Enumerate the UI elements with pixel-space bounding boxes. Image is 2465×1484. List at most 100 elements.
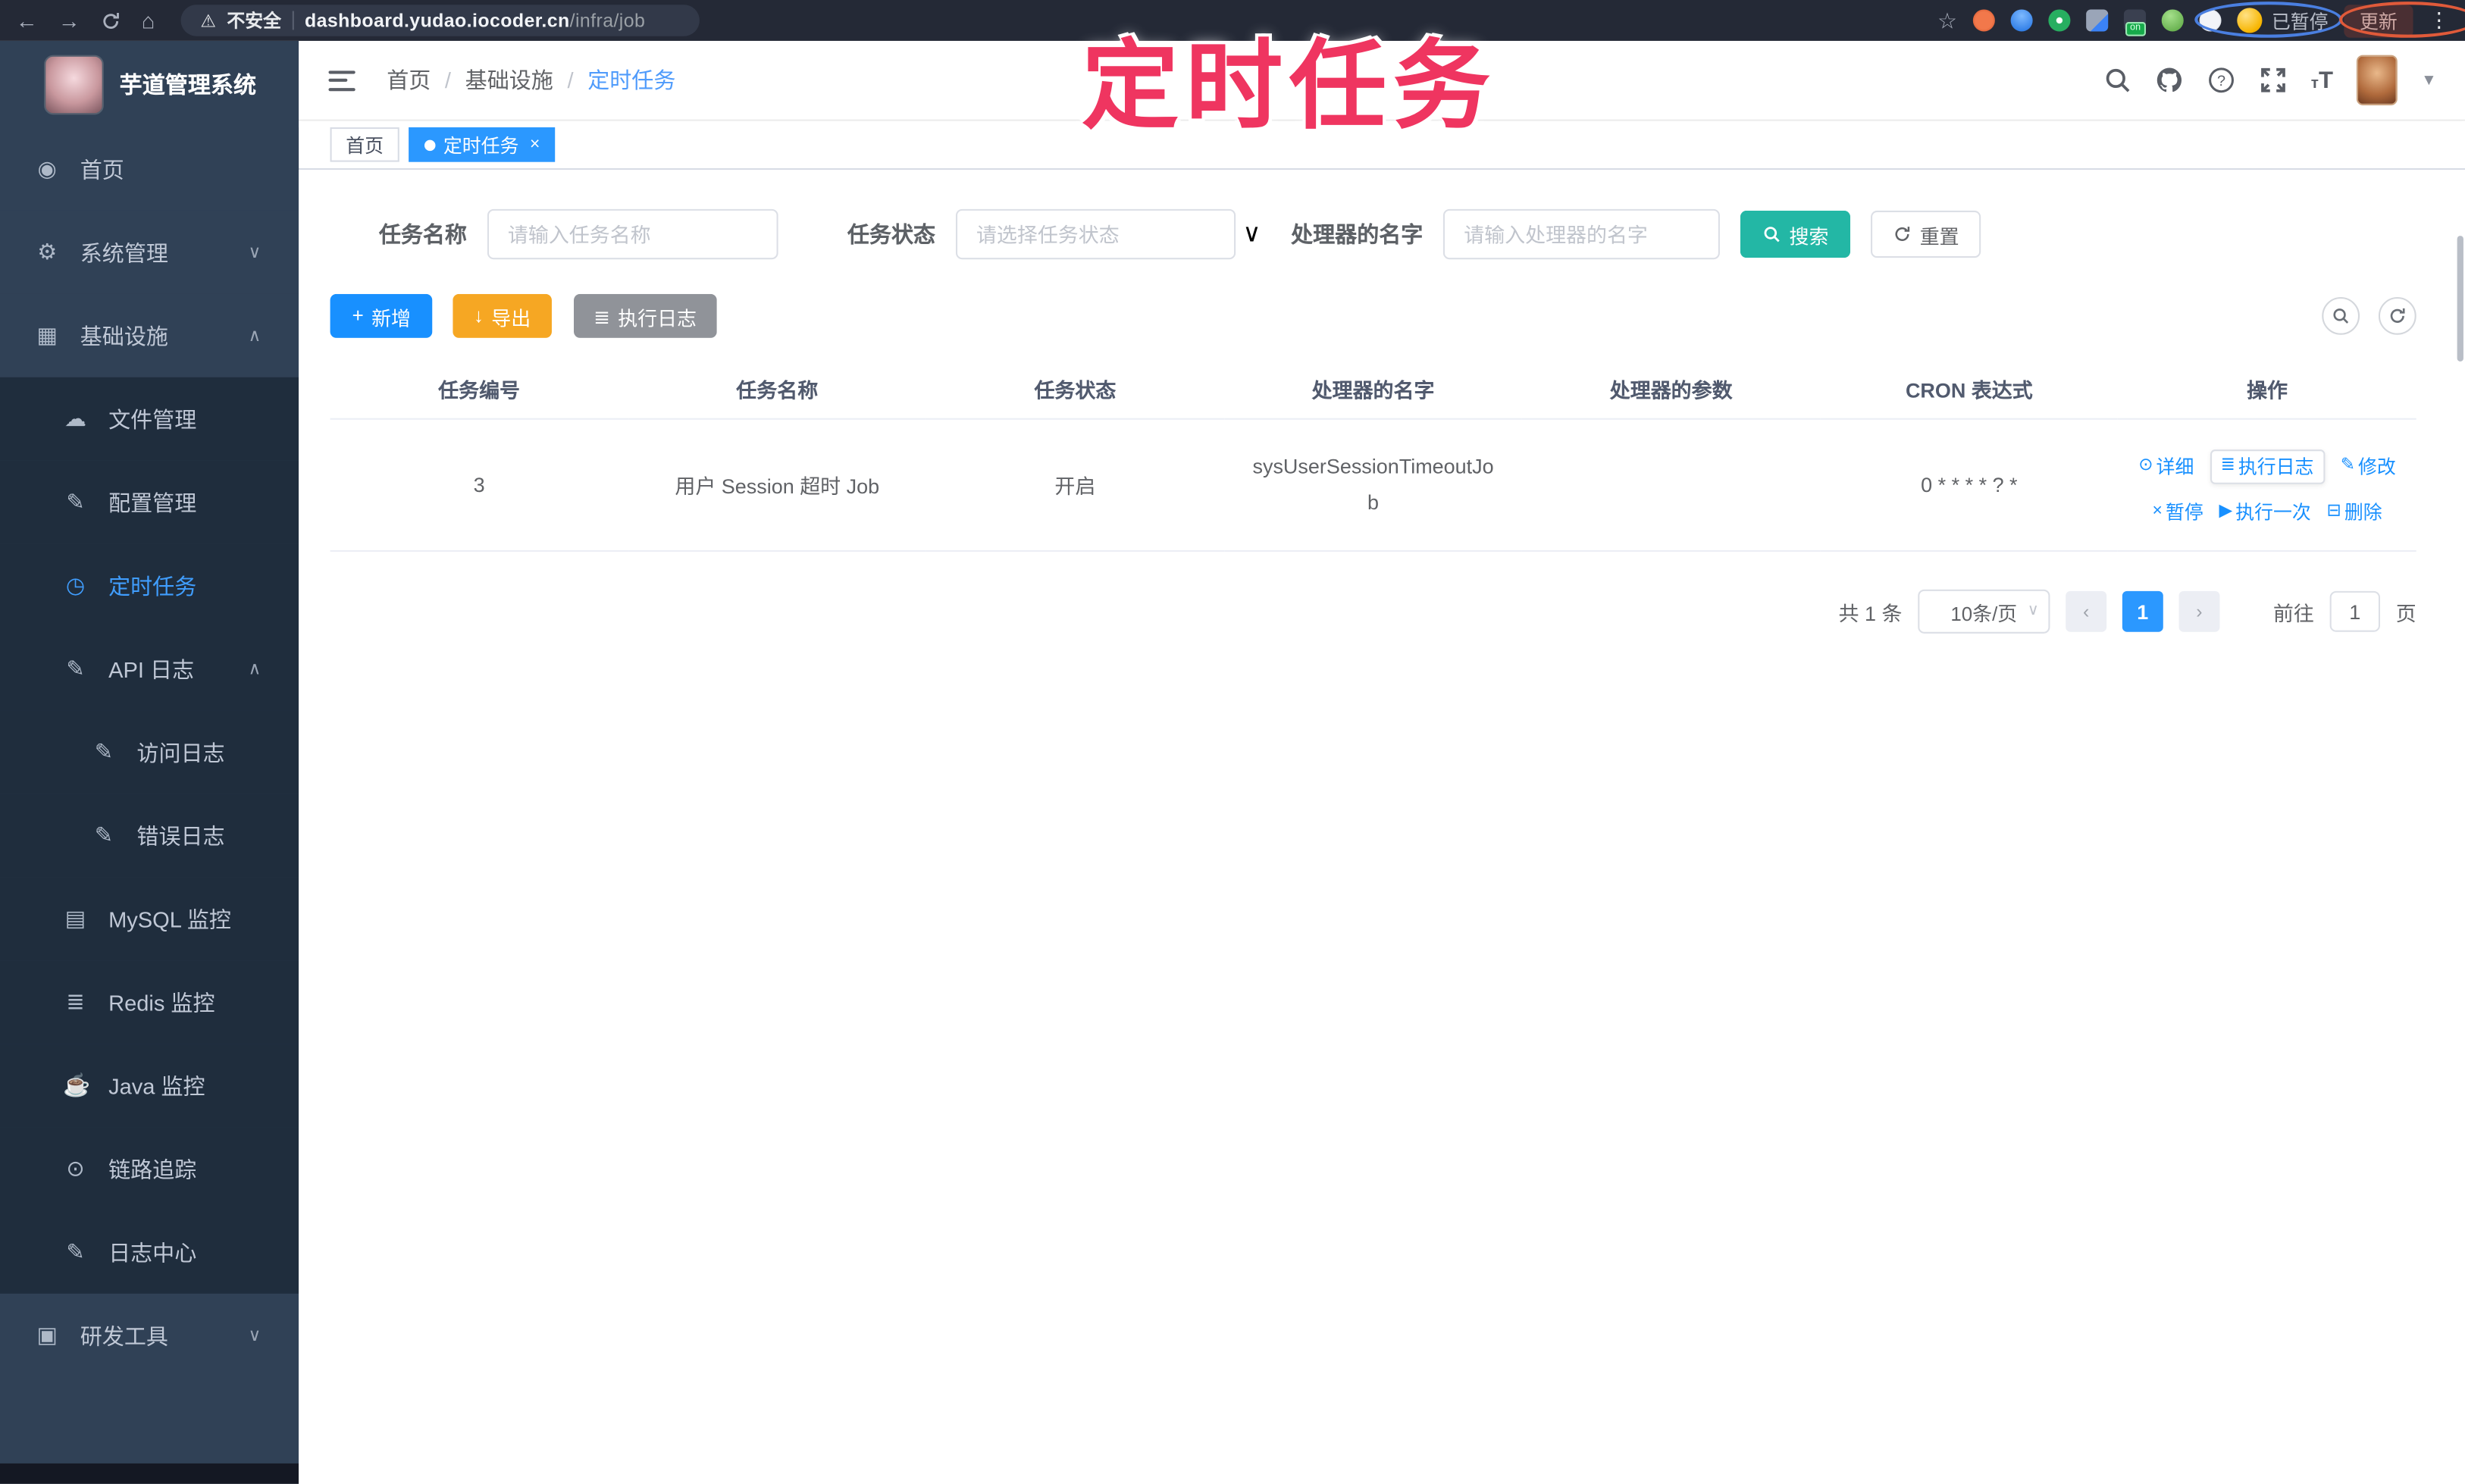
add-button[interactable]: + 新增	[330, 293, 434, 338]
job-name-input[interactable]	[487, 208, 778, 260]
page-content: 任务名称 任务状态 ∨ 处理器的名字	[299, 169, 2465, 1484]
page-number-1[interactable]: 1	[2122, 590, 2163, 632]
exec-log-button[interactable]: ≣ 执行日志	[573, 293, 717, 338]
close-icon[interactable]: ×	[530, 135, 540, 154]
browser-back-icon[interactable]: ←	[16, 9, 38, 31]
total-count: 共 1 条	[1838, 601, 1903, 625]
sidebar-item-config-management[interactable]: ✎ 配置管理	[0, 460, 299, 544]
cell-job-status: 开启	[926, 418, 1224, 552]
sidebar-item-error-log[interactable]: ✎ 错误日志	[0, 794, 299, 878]
search-icon[interactable]	[2103, 66, 2131, 94]
logo-avatar	[44, 54, 104, 114]
sidebar-item-infra[interactable]: ▦ 基础设施 ∧	[0, 293, 299, 377]
sidebar-item-access-log[interactable]: ✎ 访问日志	[0, 710, 299, 794]
handler-name-input[interactable]	[1443, 208, 1721, 260]
col-job-name: 任务名称	[628, 362, 926, 420]
extension-icon-green[interactable]	[2048, 9, 2071, 32]
annotation-title: 定时任务	[1081, 33, 1497, 142]
bookmark-star-icon[interactable]: ☆	[1937, 9, 1957, 31]
sidebar-item-scheduled-jobs[interactable]: ◷ 定时任务	[0, 543, 299, 628]
browser-menu-icon[interactable]: ⋮	[2429, 8, 2449, 33]
sidebar-item-dev-tools[interactable]: ▣ 研发工具 ∨	[0, 1293, 299, 1377]
extension-icon-orange[interactable]	[1972, 9, 1995, 32]
trash-icon: ⊟	[2326, 501, 2341, 521]
col-job-id: 任务编号	[330, 362, 628, 420]
search-button[interactable]: 搜索	[1740, 210, 1851, 258]
run-once-link[interactable]: ▶ 执行一次	[2219, 502, 2311, 521]
reset-button[interactable]: 重置	[1871, 210, 1981, 258]
sidebar-logo[interactable]: 芋道管理系统	[0, 41, 299, 127]
sidebar-item-tracing[interactable]: ⊙ 链路追踪	[0, 1127, 299, 1210]
log-center-icon: ✎	[66, 1238, 85, 1264]
breadcrumb-home[interactable]: 首页	[387, 64, 431, 95]
plus-icon: +	[352, 305, 364, 327]
browser-home-icon[interactable]: ⌂	[142, 9, 155, 31]
pause-link[interactable]: × 暂停	[2152, 502, 2203, 521]
extension-icon-light[interactable]	[2199, 9, 2222, 32]
goto-page-input[interactable]	[2329, 590, 2380, 632]
tab-scheduled-jobs[interactable]: 定时任务 ×	[409, 127, 556, 162]
briefcase-icon: ▣	[36, 1322, 58, 1348]
gear-icon: ⚙	[37, 239, 58, 265]
extension-icon-proxy[interactable]: on	[2123, 9, 2146, 36]
extension-icon-leaf[interactable]	[2161, 9, 2184, 32]
sidebar-item-mysql-monitor[interactable]: ▤ MySQL 监控	[0, 877, 299, 961]
url-text[interactable]: dashboard.yudao.iocoder.cn/infra/job	[305, 9, 645, 31]
delete-link[interactable]: ⊟ 删除	[2327, 502, 2382, 521]
detail-link[interactable]: ⊙ 详细	[2138, 456, 2194, 475]
browser-update-button[interactable]: 更新	[2344, 4, 2413, 37]
edit-icon: ✎	[66, 489, 85, 515]
cell-handler-name: sysUserSessionTimeoutJob	[1223, 418, 1523, 552]
edit-link[interactable]: ✎ 修改	[2341, 456, 2396, 475]
eye-icon: ⊙	[2138, 456, 2153, 475]
prev-page-button[interactable]: ‹	[2066, 590, 2107, 632]
chevron-up-icon: ∧	[248, 660, 262, 679]
page-scrollbar-thumb[interactable]	[2457, 236, 2463, 362]
extension-icon-grid[interactable]	[2086, 9, 2109, 32]
fullscreen-icon[interactable]	[2259, 66, 2287, 94]
filter-form: 任务名称 任务状态 ∨ 处理器的名字	[378, 208, 2416, 260]
github-icon[interactable]	[2155, 66, 2183, 94]
row-exec-log-link[interactable]: ≣ 执行日志	[2210, 449, 2325, 484]
sidebar-item-log-center[interactable]: ✎ 日志中心	[0, 1210, 299, 1294]
page-size-select[interactable]: 10条/页 ∨	[1918, 589, 2050, 634]
sidebar-item-java-monitor[interactable]: ☕ Java 监控	[0, 1044, 299, 1128]
cell-handler-params	[1522, 418, 1821, 552]
toggle-search-button[interactable]	[2322, 296, 2360, 335]
breadcrumb-infra[interactable]: 基础设施	[465, 64, 553, 95]
font-size-icon[interactable]: тT	[2311, 67, 2333, 93]
sidebar-item-file-management[interactable]: ☁ 文件管理	[0, 377, 299, 461]
export-button[interactable]: ↓ 导出	[453, 293, 552, 338]
extension-icon-blue[interactable]	[2010, 9, 2033, 32]
sidebar-item-system[interactable]: ⚙ 系统管理 ∨	[0, 210, 299, 294]
browser-reload-icon[interactable]	[101, 10, 121, 30]
cloud-upload-icon: ☁	[64, 405, 87, 431]
job-status-select[interactable]	[955, 208, 1236, 260]
avatar-caret-icon[interactable]: ▼	[2421, 71, 2437, 89]
goto-unit: 页	[2395, 601, 2416, 625]
security-label: 不安全	[227, 12, 281, 32]
paused-extension-chip[interactable]: 已暂停	[2237, 7, 2329, 33]
chevron-down-icon: ∨	[1242, 221, 1261, 248]
help-icon[interactable]: ?	[2207, 66, 2235, 94]
user-avatar[interactable]	[2357, 55, 2398, 105]
address-bar[interactable]: ⚠ 不安全 dashboard.yudao.iocoder.cn/infra/j…	[181, 5, 700, 36]
sidebar-item-redis-monitor[interactable]: ≣ Redis 监控	[0, 960, 299, 1044]
chevron-down-icon: ∨	[248, 243, 262, 263]
sidebar-collapse-icon[interactable]	[328, 70, 355, 91]
not-secure-warning-icon: ⚠	[200, 11, 216, 31]
sidebar-item-home[interactable]: ◉ 首页	[0, 127, 299, 211]
sidebar-menu: ◉ 首页 ⚙ 系统管理 ∨ ▦ 基础设施 ∧ ☁ 文件管理 ✎ 配置管理 ◷ 定…	[0, 127, 299, 1464]
main-area: 首页 / 基础设施 / 定时任务 ? тT ▼ 首页 定时任务 × 任务名称 请…	[299, 40, 2465, 1484]
toolbar-right	[2322, 296, 2416, 335]
refresh-button[interactable]	[2378, 296, 2416, 335]
next-page-button[interactable]: ›	[2178, 590, 2220, 632]
tab-home[interactable]: 首页	[330, 127, 399, 162]
sidebar-bottom-strip	[0, 1463, 299, 1484]
java-monitor-icon: ☕	[62, 1072, 91, 1097]
job-name-label: 任务名称	[378, 221, 467, 247]
pause-x-icon: ×	[2152, 501, 2163, 521]
jobs-table: 任务编号 任务名称 任务状态 处理器的名字 处理器的参数 CRON 表达式 操作…	[330, 362, 2416, 552]
browser-forward-icon[interactable]: →	[58, 9, 80, 31]
sidebar-item-api-log[interactable]: ✎ API 日志 ∧	[0, 627, 299, 711]
